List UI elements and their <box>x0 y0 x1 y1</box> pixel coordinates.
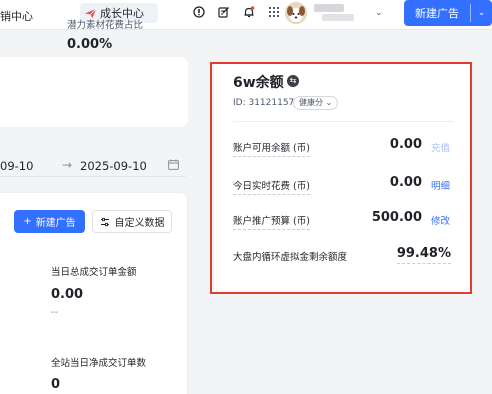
today-spend-value: 0.00 <box>389 175 422 190</box>
available-balance-label: 账户可用余额 (币) <box>233 140 310 157</box>
edit-icon[interactable] <box>218 6 230 18</box>
metric-label: 当日总成交订单金额 <box>51 267 137 278</box>
breadcrumb[interactable]: 销中心 <box>0 8 33 24</box>
health-score-badge[interactable]: 健康分 ⌄ <box>293 96 339 110</box>
account-name-redacted <box>314 4 344 12</box>
budget-value: 500.00 <box>371 210 422 225</box>
calendar-icon[interactable] <box>168 159 179 170</box>
metric-value: 0.00 <box>51 287 84 302</box>
budget-label: 账户推广预算 (币) <box>233 213 310 230</box>
divider <box>233 121 454 122</box>
plus-icon: + <box>23 216 32 227</box>
chevron-down-icon[interactable]: ⌄ <box>375 8 383 18</box>
today-spend-label: 今日实时花费 (币) <box>233 178 310 195</box>
metric-value: 0 <box>51 377 61 392</box>
date-underline <box>0 176 186 177</box>
new-ad-button[interactable]: + 新建广告 <box>14 210 85 233</box>
alert-icon[interactable] <box>193 6 205 18</box>
chevron-down-icon[interactable]: ⌄ <box>471 8 492 18</box>
arrow-right-icon: → <box>62 158 73 172</box>
new-ad-button-label: 新建广告 <box>35 218 76 229</box>
swap-icon[interactable]: ⇆ <box>287 75 299 87</box>
modify-link[interactable]: 修改 <box>431 213 450 227</box>
details-link[interactable]: 明细 <box>431 178 450 192</box>
sliders-icon <box>100 217 109 226</box>
grid-icon[interactable] <box>268 6 280 18</box>
custom-data-button[interactable]: 自定义数据 <box>92 210 172 233</box>
metric-label: 潜力素材花费占比 <box>67 20 144 31</box>
dog-avatar-icon <box>285 2 307 24</box>
inner-cycle-label: 大盘内循环虚拟金剩余额度 <box>233 252 348 263</box>
new-ad-top-button[interactable]: 新建广告 ⌄ <box>404 0 492 26</box>
metric-label: 全站当日净成交订单数 <box>51 358 147 369</box>
bell-icon[interactable] <box>243 6 255 18</box>
custom-data-label: 自定义数据 <box>114 218 165 229</box>
avatar[interactable] <box>285 2 307 24</box>
wallet-title: 6w余额 <box>233 75 284 91</box>
metric-value: 0.00% <box>67 37 113 52</box>
recharge-link[interactable]: 充值 <box>431 140 450 154</box>
metric-sub: -- <box>51 307 59 318</box>
date-end[interactable]: 2025-09-10 <box>80 159 147 173</box>
metric-card <box>0 57 188 127</box>
inner-cycle-value: 99.48% <box>396 246 451 264</box>
account-id-redacted <box>322 14 354 21</box>
new-ad-label: 新建广告 <box>415 7 459 20</box>
account-id: ID: 31121157 <box>233 98 295 108</box>
date-start[interactable]: 09-10 <box>0 159 33 173</box>
available-balance-value: 0.00 <box>389 137 422 152</box>
